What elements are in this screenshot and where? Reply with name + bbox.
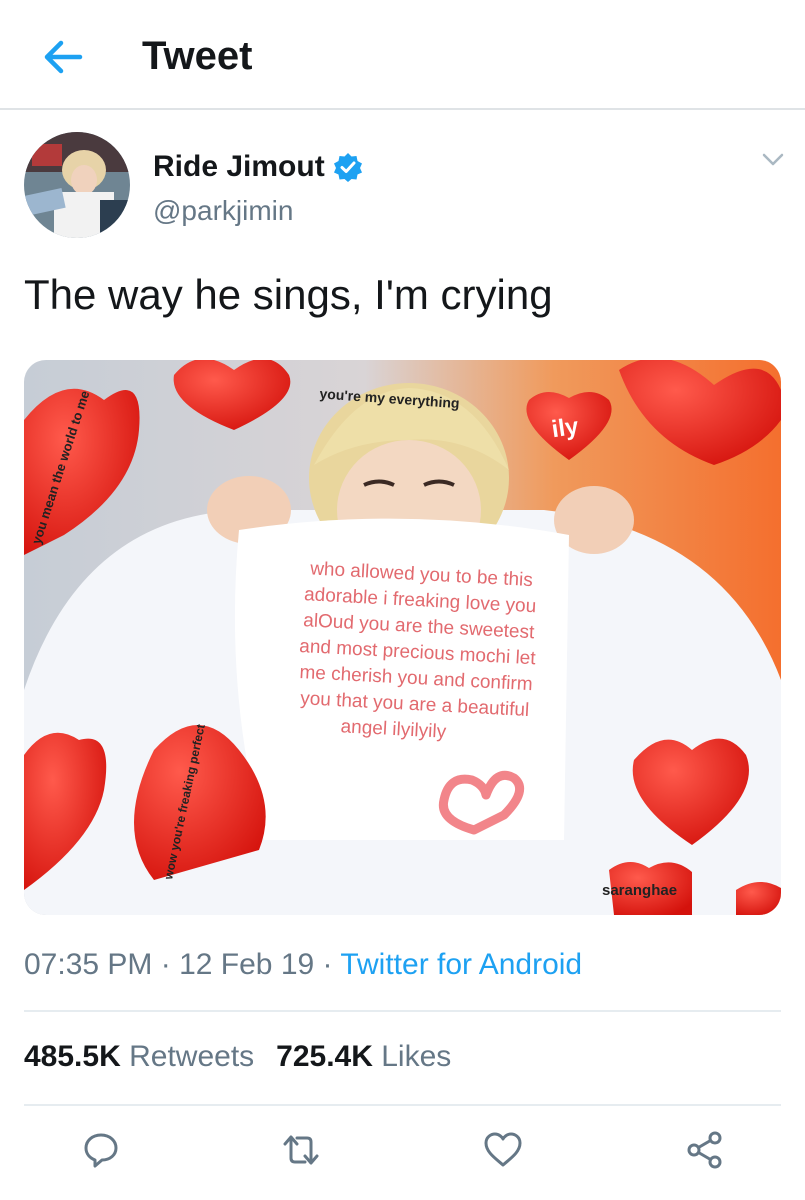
divider: [24, 1010, 781, 1012]
user-handle[interactable]: @parkjimin: [153, 195, 293, 227]
meme-image: you're my everything you mean the world …: [24, 360, 781, 915]
tweet-text: The way he sings, I'm crying: [24, 271, 553, 318]
divider: [24, 1104, 781, 1106]
chevron-down-icon[interactable]: [762, 152, 784, 168]
verified-badge-icon: [333, 153, 362, 182]
display-name[interactable]: Ride Jimout: [153, 150, 325, 184]
retweets-label: Retweets: [129, 1040, 255, 1073]
tweet-date: 12 Feb 19: [179, 948, 315, 981]
retweet-button[interactable]: [276, 1125, 326, 1175]
avatar[interactable]: [24, 132, 130, 238]
arrow-left-icon[interactable]: [40, 34, 86, 80]
engagement-stats: 485.5K Retweets 725.4K Likes: [24, 1040, 451, 1074]
likes-count: 725.4K: [276, 1040, 373, 1073]
retweets-stat[interactable]: 485.5K Retweets: [24, 1040, 254, 1074]
share-button[interactable]: [680, 1125, 730, 1175]
top-app-bar: Tweet: [0, 0, 805, 110]
caption-bottom-right: saranghae: [602, 882, 677, 899]
action-bar: [0, 1125, 805, 1175]
likes-stat[interactable]: 725.4K Likes: [276, 1040, 451, 1074]
retweet-icon: [283, 1135, 319, 1165]
like-button[interactable]: [478, 1125, 528, 1175]
tweet-timestamp: 07:35 PM · 12 Feb 19 · Twitter for Andro…: [24, 948, 582, 982]
share-icon: [687, 1131, 722, 1169]
avatar-image: [24, 132, 130, 238]
meta-separator: ·: [322, 948, 341, 981]
meta-separator: ·: [160, 948, 180, 981]
retweets-count: 485.5K: [24, 1040, 121, 1073]
heart-icon: [484, 1132, 522, 1167]
tweet-media[interactable]: you're my everything you mean the world …: [24, 360, 781, 915]
tweet-time: 07:35 PM: [24, 948, 153, 981]
heart-label-ily: ily: [550, 413, 581, 444]
likes-label: Likes: [381, 1040, 452, 1073]
reply-button[interactable]: [76, 1125, 126, 1175]
reply-icon: [84, 1133, 118, 1168]
page-title: Tweet: [142, 34, 253, 78]
tweet-source-link[interactable]: Twitter for Android: [340, 948, 582, 981]
